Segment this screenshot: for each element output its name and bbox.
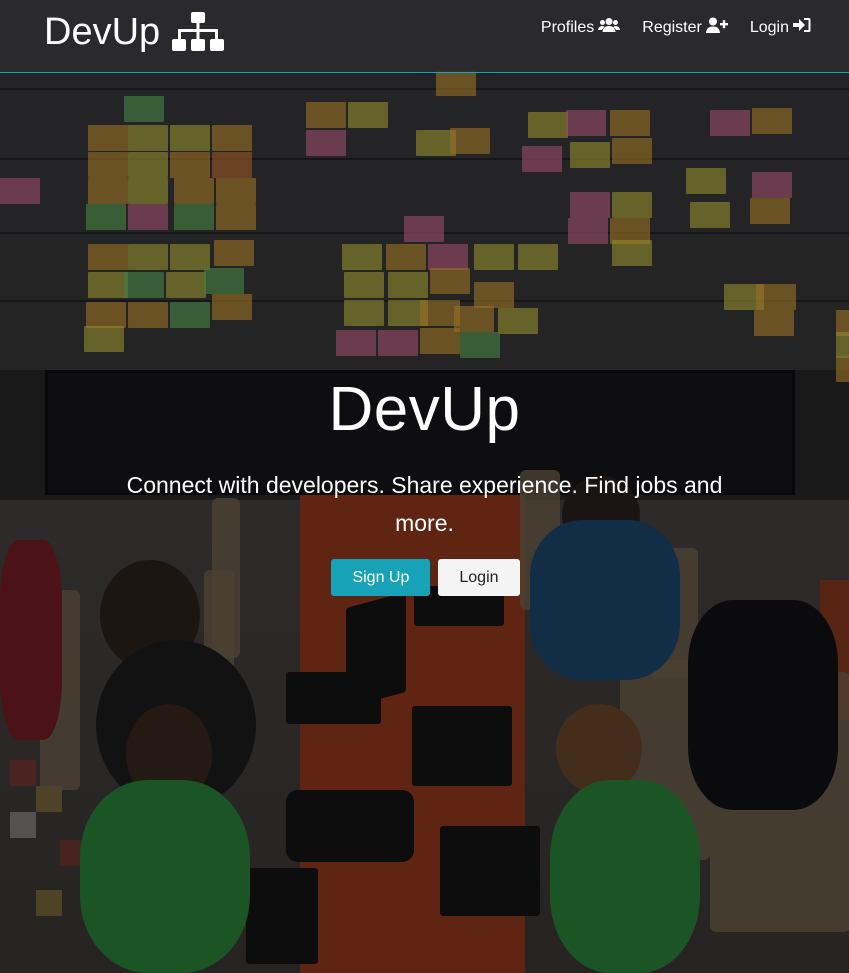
nav-link-register[interactable]: Register [642,17,728,38]
brand-link[interactable]: DevUp [44,10,225,54]
landing-content: DevUp Connect with developers. Share exp… [0,370,849,596]
landing-title: DevUp [328,375,521,444]
landing-lead: Connect with developers. Share experienc… [126,472,723,536]
brand-name: DevUp [44,11,161,53]
nav-link-label: Login [749,18,789,36]
landing-page: DevUp Profiles Register Login DevUp Conn… [0,0,849,973]
sign-up-button[interactable]: Sign Up [331,559,431,596]
nav-link-profiles[interactable]: Profiles [540,17,621,38]
nav-link-label: Register [642,18,702,36]
landing-buttons: Sign Up Login [2,559,849,596]
login-button[interactable]: Login [438,559,520,596]
sitemap-icon [172,11,225,53]
nav-links: Profiles Register Login [541,17,811,38]
user-plus-icon [702,17,728,38]
nav-link-login[interactable]: Login [750,17,811,38]
nav-link-label: Profiles [540,18,595,36]
users-icon [594,17,621,38]
sign-in-icon [789,17,811,38]
navbar: DevUp Profiles Register Login [0,0,849,73]
